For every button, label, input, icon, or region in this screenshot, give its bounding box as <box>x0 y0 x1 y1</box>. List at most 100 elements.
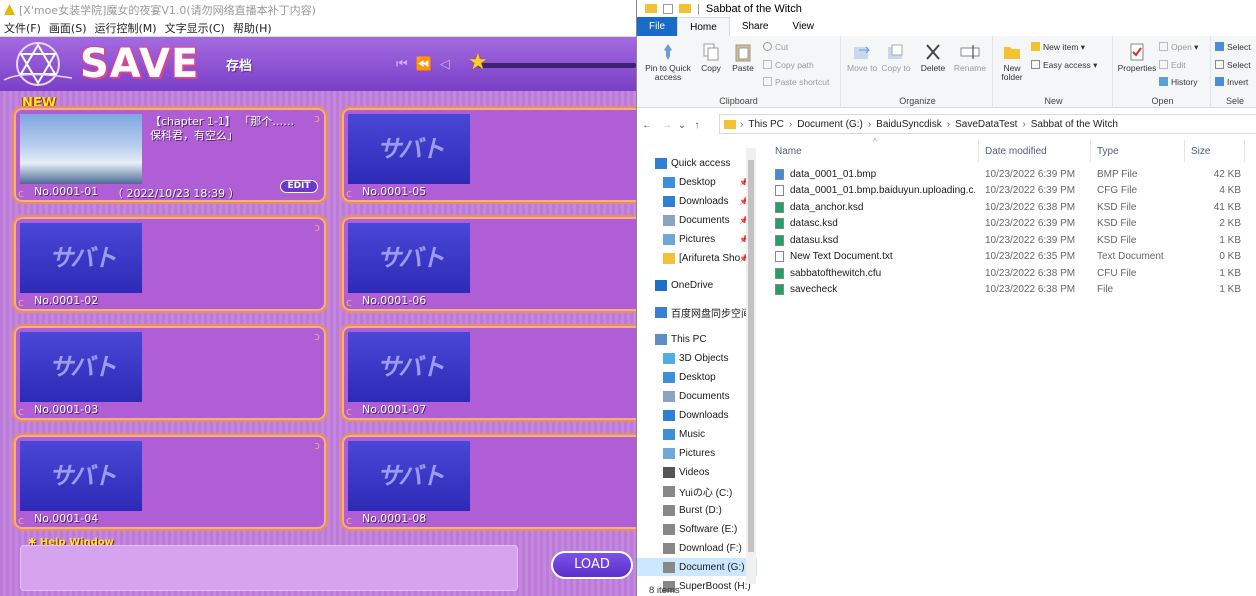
sidebar-item[interactable]: 百度网盘同步空间 <box>637 303 757 321</box>
new-folder-quick-icon[interactable] <box>679 4 691 13</box>
file-row[interactable]: New Text Document.txt 10/23/2022 6:35 PM T… <box>769 249 1256 265</box>
sidebar-item[interactable]: Videos <box>637 463 757 481</box>
breadcrumb-savedatatest[interactable]: SaveDataTest <box>955 119 1017 130</box>
sidebar-item[interactable]: Pictures <box>637 444 757 462</box>
rename-button[interactable]: Rename <box>953 42 987 73</box>
address-bar[interactable]: › This PC › Document (G:) › BaiduSyncdis… <box>719 114 1256 134</box>
file-date: 10/23/2022 6:35 PM <box>985 251 1076 262</box>
column-header-size[interactable]: Size <box>1185 140 1245 162</box>
cut-button[interactable]: Cut <box>763 42 788 52</box>
sidebar-item[interactable]: Document (G:) <box>637 558 757 576</box>
paste-shortcut-button[interactable]: Paste shortcut <box>763 77 829 87</box>
menu-run-control[interactable]: 运行控制(M) <box>91 20 161 36</box>
save-slot-3[interactable]: サバト No.0001-03 ↄ c <box>12 324 328 422</box>
sidebar-item[interactable]: Download (F:) <box>637 539 757 557</box>
sidebar-item[interactable]: Software (E:) <box>637 520 757 538</box>
column-header-type[interactable]: Type <box>1091 140 1185 162</box>
file-row[interactable]: datasc.ksd 10/23/2022 6:39 PM KSD File 2 KB <box>769 216 1256 232</box>
file-row[interactable]: sabbatofthewitch.cfu 10/23/2022 6:38 PM CF… <box>769 265 1256 281</box>
first-page-icon[interactable]: ⏮ <box>396 57 408 72</box>
select-all-button[interactable]: Select <box>1215 42 1251 52</box>
breadcrumb-document-g[interactable]: Document (G:) <box>797 119 863 130</box>
tab-share[interactable]: Share <box>730 17 781 36</box>
save-slot-5[interactable]: サバト No.0001-05 ↄ c <box>340 106 636 204</box>
file-row[interactable]: data_0001_01.bmp.baiduyun.uploading.c...… <box>769 183 1256 199</box>
forward-arrow-icon[interactable]: → <box>657 120 677 131</box>
file-row[interactable]: data_0001_01.bmp 10/23/2022 6:39 PM BMP Fi… <box>769 166 1256 182</box>
select-none-button[interactable]: Select <box>1215 60 1251 70</box>
open-button[interactable]: Open ▾ <box>1159 42 1198 52</box>
column-header-date[interactable]: Date modified <box>979 140 1091 162</box>
sidebar-item[interactable]: Quick access <box>637 154 757 172</box>
delete-x-icon <box>926 44 940 60</box>
file-icon <box>775 234 784 246</box>
sidebar-item[interactable]: [Arifureta Sho 📌 <box>637 249 757 267</box>
up-arrow-icon[interactable]: ↑ <box>687 120 707 131</box>
sidebar-item[interactable]: Downloads <box>637 406 757 424</box>
column-header-name[interactable]: Name <box>769 140 979 162</box>
new-item-button[interactable]: New item ▾ <box>1031 42 1085 52</box>
properties-button[interactable]: Properties <box>1117 42 1157 73</box>
copy-path-button[interactable]: Copy path <box>763 60 814 70</box>
delete-button[interactable]: Delete <box>917 42 949 73</box>
sidebar-item[interactable]: Documents 📌 <box>637 211 757 229</box>
pin-to-quick-access-button[interactable]: Pin to Quick access <box>641 42 695 82</box>
save-slot-8[interactable]: サバト No.0001-08 ↄ c <box>340 433 636 531</box>
file-row[interactable]: savecheck 10/23/2022 6:38 PM File 1 KB <box>769 282 1256 298</box>
sidebar-item[interactable]: This PC <box>637 330 757 348</box>
save-slot-1[interactable]: 【chapter 1-1】 「那个……保科君，有空么」 No.0001-01 （… <box>12 106 328 204</box>
sidebar-item[interactable]: Desktop 📌 <box>637 173 757 191</box>
back-arrow-icon[interactable]: ← <box>637 120 657 131</box>
move-to-button[interactable]: Move to <box>847 42 877 73</box>
save-slot-6[interactable]: サバト No.0001-06 ↄ c <box>340 215 636 313</box>
load-button[interactable]: LOAD <box>551 551 633 579</box>
menu-help[interactable]: 帮助(H) <box>229 20 276 36</box>
history-button[interactable]: History <box>1159 77 1197 87</box>
file-type: KSD File <box>1097 218 1137 229</box>
sidebar-item[interactable]: Pictures 📌 <box>637 230 757 248</box>
scrollbar-thumb[interactable] <box>748 160 754 552</box>
sidebar-item[interactable]: Documents <box>637 387 757 405</box>
menu-screen[interactable]: 画面(S) <box>45 20 91 36</box>
save-slot-2[interactable]: サバト No.0001-02 ↄ c <box>12 215 328 313</box>
prev-page-icon[interactable]: ⏪ <box>416 57 432 72</box>
tab-view[interactable]: View <box>781 17 827 36</box>
copy-to-button[interactable]: Copy to <box>881 42 911 73</box>
documents-icon <box>663 214 675 226</box>
quick-access-dropdown-icon[interactable]: | <box>697 3 700 15</box>
edit-button[interactable]: EDIT <box>280 180 318 193</box>
page-slider[interactable] <box>478 63 636 68</box>
sidebar-item[interactable]: Desktop <box>637 368 757 386</box>
file-row[interactable]: datasu.ksd 10/23/2022 6:39 PM KSD File 1 KB <box>769 232 1256 248</box>
easy-access-button[interactable]: Easy access ▾ <box>1031 60 1097 70</box>
recent-dropdown-icon[interactable]: ⌄ <box>677 120 687 131</box>
edit-button[interactable]: Edit <box>1159 60 1186 70</box>
sidebar-item[interactable]: OneDrive <box>637 276 757 294</box>
sidebar-item[interactable]: Music <box>637 425 757 443</box>
rename-icon <box>960 45 980 59</box>
menu-text-display[interactable]: 文字显示(C) <box>161 20 229 36</box>
sidebar-item[interactable]: Downloads 📌 <box>637 192 757 210</box>
slider-star-handle-icon[interactable]: ★ <box>468 52 488 74</box>
prev-icon[interactable]: ◁ <box>440 57 450 72</box>
breadcrumb-sabbat-of-the-witch[interactable]: Sabbat of the Witch <box>1031 119 1118 130</box>
navigation-scrollbar[interactable] <box>746 148 756 584</box>
save-slot-4[interactable]: サバト No.0001-04 ↄ c <box>12 433 328 531</box>
properties-quick-icon[interactable] <box>663 3 673 14</box>
paste-button[interactable]: Paste <box>729 42 757 73</box>
new-folder-button[interactable]: New folder <box>997 42 1027 82</box>
sidebar-item[interactable]: 3D Objects <box>637 349 757 367</box>
tab-file[interactable]: File <box>637 17 678 36</box>
menu-file[interactable]: 文件(F) <box>0 20 45 36</box>
slot-description: 【chapter 1-1】 「那个……保科君，有空么」 <box>150 115 295 142</box>
file-row[interactable]: data_anchor.ksd 10/23/2022 6:38 PM KSD Fil… <box>769 199 1256 215</box>
sidebar-item[interactable]: Burst (D:) <box>637 501 757 519</box>
breadcrumb-this-pc[interactable]: This PC <box>748 119 784 130</box>
sidebar-item[interactable]: Yuiの心 (C:) <box>637 482 757 500</box>
tab-home[interactable]: Home <box>677 17 730 36</box>
explorer-window-title: Sabbat of the Witch <box>705 2 802 15</box>
save-slot-7[interactable]: サバト No.0001-07 ↄ c <box>340 324 636 422</box>
breadcrumb-baidusyncdisk[interactable]: BaiduSyncdisk <box>876 119 942 130</box>
copy-button[interactable]: Copy <box>697 42 725 73</box>
invert-selection-button[interactable]: Invert <box>1215 77 1248 87</box>
